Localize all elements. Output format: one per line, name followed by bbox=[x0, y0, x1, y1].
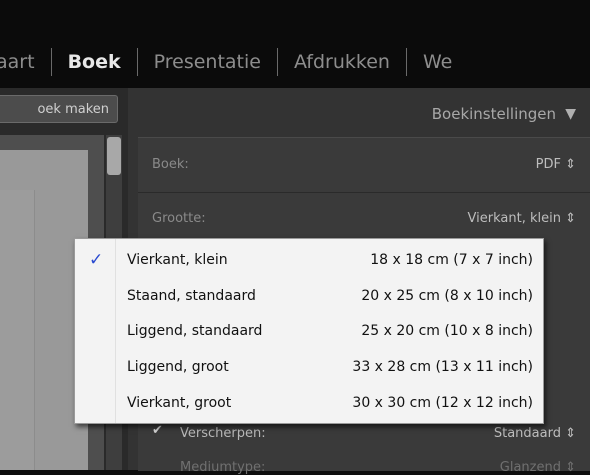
sharpen-checkbox[interactable]: ✔ bbox=[152, 424, 164, 437]
module-separator bbox=[405, 48, 407, 76]
module-separator bbox=[276, 48, 278, 76]
sharpen-label: Verscherpen: bbox=[180, 426, 266, 441]
menu-item-size: 18 x 18 cm (7 x 7 inch) bbox=[370, 252, 533, 268]
checkmark-icon: ✓ bbox=[89, 250, 104, 270]
menu-item-landscape-large[interactable]: Liggend, groot 33 x 28 cm (13 x 11 inch) bbox=[75, 350, 543, 384]
module-picker-bar: aart Boek Presentatie Afdrukken We bbox=[0, 0, 590, 88]
book-settings-header[interactable]: Boekinstellingen ▼ bbox=[128, 95, 590, 133]
module-web[interactable]: We bbox=[423, 51, 452, 73]
menu-item-size: 30 x 30 cm (12 x 12 inch) bbox=[352, 395, 533, 411]
module-separator bbox=[50, 48, 52, 76]
module-map[interactable]: aart bbox=[0, 51, 35, 73]
module-slideshow[interactable]: Presentatie bbox=[154, 51, 261, 73]
triangle-down-icon[interactable]: ▼ bbox=[565, 95, 576, 133]
sharpen-select[interactable]: Standaard ⇕ bbox=[494, 426, 576, 441]
size-select[interactable]: Vierkant, klein ⇕ bbox=[468, 211, 576, 226]
menu-item-name: Liggend, standaard bbox=[127, 323, 263, 339]
menu-item-portrait-standard[interactable]: Staand, standaard 20 x 25 cm (8 x 10 inc… bbox=[75, 279, 543, 313]
media-type-label: Mediumtype: bbox=[180, 460, 266, 475]
menu-item-name: Vierkant, klein bbox=[127, 252, 228, 268]
canvas-scrollbar-thumb[interactable] bbox=[107, 137, 121, 175]
book-type-select[interactable]: PDF ⇕ bbox=[536, 157, 576, 172]
menu-item-landscape-standard[interactable]: Liggend, standaard 25 x 20 cm (10 x 8 in… bbox=[75, 314, 543, 348]
size-dropdown-menu: ✓ Vierkant, klein 18 x 18 cm (7 x 7 inch… bbox=[74, 238, 544, 424]
settings-divider bbox=[138, 192, 590, 193]
menu-item-size: 25 x 20 cm (10 x 8 inch) bbox=[361, 323, 533, 339]
module-print[interactable]: Afdrukken bbox=[294, 51, 390, 73]
book-page-spread bbox=[0, 190, 35, 470]
menu-item-size: 33 x 28 cm (13 x 11 inch) bbox=[352, 359, 533, 375]
menu-item-name: Vierkant, groot bbox=[127, 395, 232, 411]
book-type-label: Boek: bbox=[152, 157, 189, 172]
menu-item-square-large[interactable]: Vierkant, groot 30 x 30 cm (12 x 12 inch… bbox=[75, 386, 543, 420]
module-list: aart Boek Presentatie Afdrukken We bbox=[0, 44, 452, 80]
book-settings-title: Boekinstellingen bbox=[431, 105, 556, 123]
module-book[interactable]: Boek bbox=[68, 51, 121, 73]
menu-item-square-small[interactable]: ✓ Vierkant, klein 18 x 18 cm (7 x 7 inch… bbox=[75, 243, 543, 277]
size-label: Grootte: bbox=[152, 211, 206, 226]
module-separator bbox=[136, 48, 138, 76]
media-type-select[interactable]: Glanzend ⇕ bbox=[500, 460, 576, 475]
menu-item-name: Liggend, groot bbox=[127, 359, 229, 375]
menu-item-name: Staand, standaard bbox=[127, 288, 256, 304]
create-book-button[interactable]: oek maken bbox=[0, 95, 118, 123]
menu-item-size: 20 x 25 cm (8 x 10 inch) bbox=[361, 288, 533, 304]
